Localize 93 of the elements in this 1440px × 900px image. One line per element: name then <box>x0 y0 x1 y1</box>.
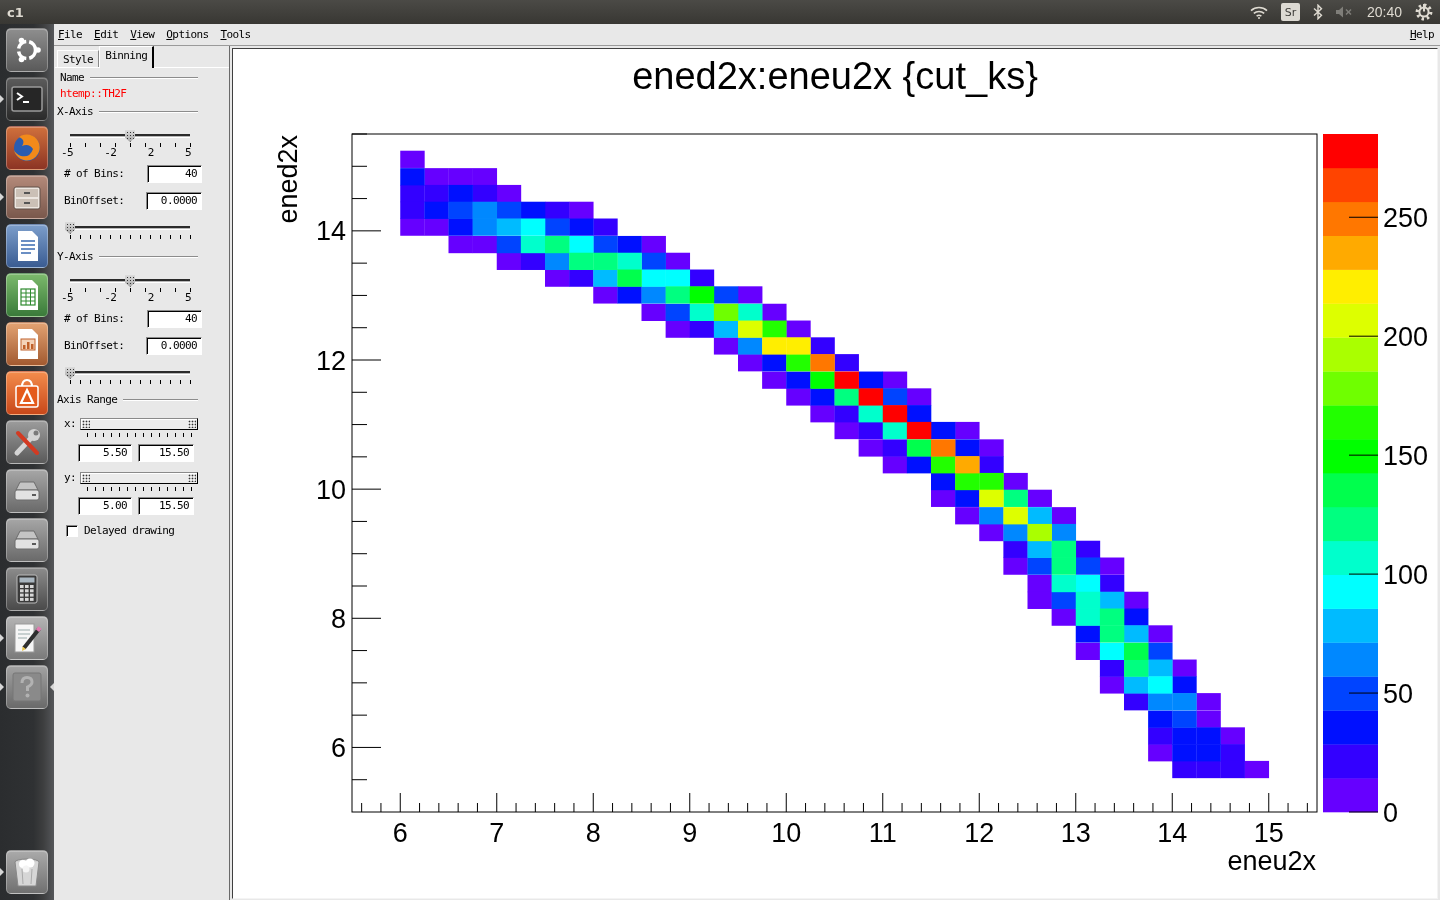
scale-label: 5 <box>184 292 191 304</box>
text-document-icon[interactable] <box>6 224 48 268</box>
slider-grip[interactable] <box>82 474 90 482</box>
scale-label: -5 <box>61 147 74 159</box>
terminal-icon[interactable] <box>6 77 48 121</box>
axis-tick-label: 14 <box>315 216 346 247</box>
scale-label: 5 <box>184 147 191 159</box>
section-heading: Name <box>60 71 85 85</box>
range-min-input[interactable]: 5.00 <box>78 497 132 515</box>
axis-title: eneu2x <box>1227 846 1316 876</box>
axis-tick-label: 9 <box>682 818 698 848</box>
slider-grip[interactable] <box>82 420 90 428</box>
file-cabinet-icon[interactable] <box>6 175 48 219</box>
tab[interactable]: Binning <box>99 46 155 68</box>
scale-label: -5 <box>61 292 74 304</box>
axis-tick-label: 8 <box>330 603 346 634</box>
color-scale-label: 0 <box>1383 797 1399 828</box>
range-slider[interactable] <box>80 472 198 484</box>
section-heading: X-Axis <box>57 105 94 119</box>
offset-input[interactable]: 0.0000 <box>146 337 202 355</box>
axis-tick-label: 6 <box>392 818 408 848</box>
presentation-icon[interactable] <box>6 322 48 366</box>
axis-tick-label: 6 <box>330 732 346 763</box>
scale-label: 2 <box>147 147 154 159</box>
range-label: y: <box>64 472 76 484</box>
range-max-input[interactable]: 15.50 <box>138 497 194 515</box>
slider-thumb[interactable] <box>125 275 135 287</box>
scale-label: -2 <box>104 147 117 159</box>
slider-thumb[interactable] <box>65 367 75 379</box>
axis-tick-label: 7 <box>489 818 505 848</box>
bins-input[interactable]: 40 <box>147 310 202 328</box>
globe-icon[interactable] <box>6 126 48 170</box>
color-scale-label: 100 <box>1383 559 1429 590</box>
range-label: x: <box>64 418 76 430</box>
field-label: # of Bins: <box>64 312 125 326</box>
color-scale-label: 150 <box>1383 440 1429 471</box>
range-min-input[interactable]: 5.50 <box>78 444 132 462</box>
hard-drive-icon[interactable] <box>6 518 48 562</box>
pencil-paper-icon[interactable] <box>6 616 48 660</box>
axis-tick-label: 10 <box>771 818 802 848</box>
slider-grip[interactable] <box>188 474 196 482</box>
range-slider[interactable] <box>80 418 198 430</box>
gear-icon[interactable] <box>1415 3 1433 21</box>
wifi-icon[interactable] <box>1249 5 1268 19</box>
field-label: # of Bins: <box>64 167 125 181</box>
ring-logo-icon[interactable] <box>6 28 48 72</box>
field-label: BinOffset: <box>64 339 125 353</box>
scale-label: 2 <box>147 292 154 304</box>
object-name: htemp::TH2F <box>59 87 127 101</box>
bins-input[interactable]: 40 <box>147 165 202 183</box>
axis-tick-label: 14 <box>1157 818 1188 848</box>
range-max-input[interactable]: 15.50 <box>138 444 194 462</box>
axis-tick-label: 8 <box>585 818 601 848</box>
hard-drive-icon[interactable] <box>6 469 48 513</box>
offset-input[interactable]: 0.0000 <box>146 192 202 210</box>
axis-tick-label: 12 <box>315 345 346 376</box>
section-heading: Y-Axis <box>57 250 94 264</box>
axis-title: ened2x <box>273 135 303 224</box>
color-scale-label: 50 <box>1383 678 1414 709</box>
slider-grip[interactable] <box>188 420 196 428</box>
menu-item[interactable]: Help <box>1409 27 1434 42</box>
color-scale-label: 250 <box>1383 202 1429 233</box>
bluetooth-icon[interactable] <box>1312 4 1323 20</box>
checkbox[interactable] <box>66 524 78 537</box>
menu-item[interactable]: View <box>130 27 155 42</box>
menu-item[interactable]: File <box>58 27 83 42</box>
slider-thumb[interactable] <box>125 130 135 142</box>
plot-title: ened2x:eneu2x {cut_ks} <box>632 55 1038 97</box>
axis-tick-label: 11 <box>868 818 897 848</box>
scale-label: -2 <box>104 292 117 304</box>
field-label: BinOffset: <box>64 194 125 208</box>
question-mark-icon[interactable] <box>6 665 48 709</box>
menu-item[interactable]: Edit <box>94 27 119 42</box>
trash-icon[interactable] <box>6 850 48 894</box>
tab[interactable]: Style <box>57 50 100 67</box>
window-title: c1 <box>7 4 24 20</box>
axis-tick-label: 13 <box>1060 818 1091 848</box>
keyboard-layout-indicator[interactable]: Sr <box>1280 3 1300 21</box>
axis-tick-label: 12 <box>964 818 995 848</box>
checkbox-label: Delayed drawing <box>84 524 175 537</box>
calculator-icon[interactable] <box>6 567 48 611</box>
color-scale-label: 200 <box>1383 321 1429 352</box>
shopping-bag-icon[interactable] <box>6 371 48 415</box>
axis-tick-label: 10 <box>315 474 346 505</box>
clock: 20:40 <box>1366 4 1402 20</box>
section-heading: Axis Range <box>57 393 118 407</box>
axis-tick-label: 15 <box>1253 818 1284 848</box>
menu-item[interactable]: Tools <box>220 27 251 42</box>
menu-item[interactable]: Options <box>166 27 209 42</box>
muted-speaker-icon[interactable] <box>1335 6 1353 18</box>
slider-thumb[interactable] <box>65 222 75 234</box>
wrench-screwdriver-icon[interactable] <box>6 420 48 464</box>
spreadsheet-icon[interactable] <box>6 273 48 317</box>
